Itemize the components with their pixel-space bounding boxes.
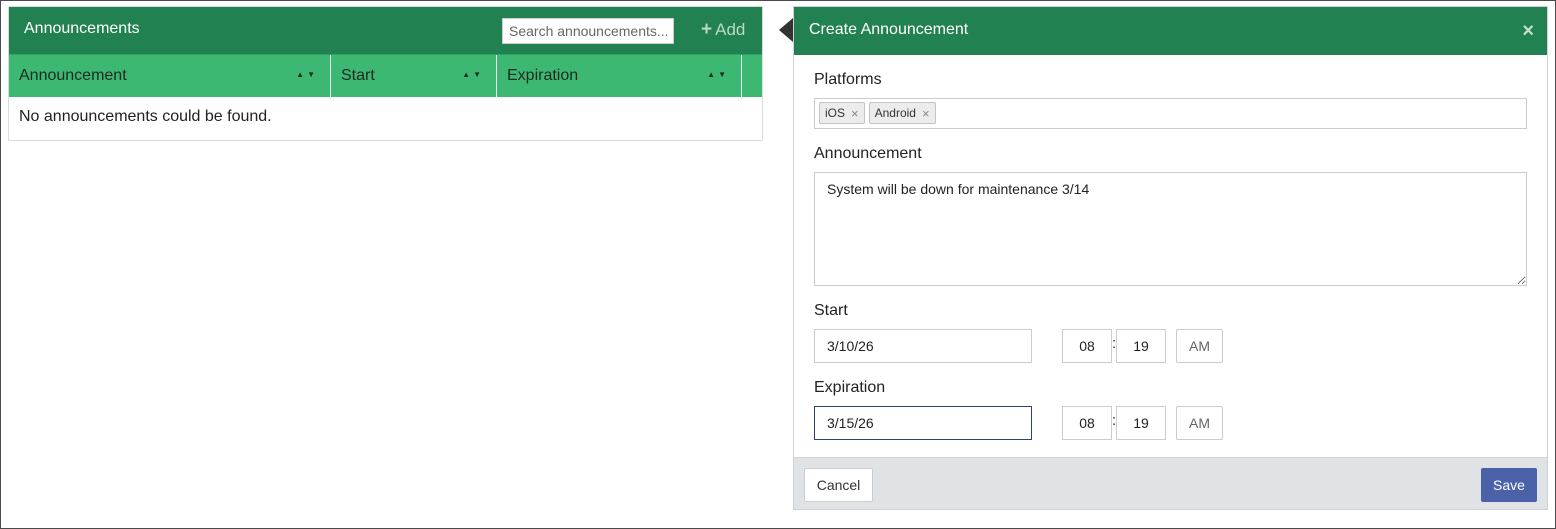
start-label: Start: [814, 302, 848, 319]
sort-icon[interactable]: ▲▼: [707, 70, 729, 79]
sort-icon[interactable]: ▲▼: [462, 70, 484, 79]
table-header-row: Announcement ▲▼ Start ▲▼ Expiration ▲▼: [9, 54, 762, 97]
search-input[interactable]: [502, 18, 674, 44]
platforms-label: Platforms: [814, 71, 882, 88]
column-header-expiration[interactable]: Expiration ▲▼: [497, 55, 742, 97]
expiration-hour-input[interactable]: [1062, 406, 1112, 440]
cancel-button[interactable]: Cancel: [804, 468, 873, 502]
dialog-title: Create Announcement: [809, 21, 969, 38]
expiration-date-input[interactable]: [814, 406, 1032, 440]
announcements-panel: Announcements + Add Announcement ▲▼ Star…: [8, 6, 763, 141]
expiration-period-toggle[interactable]: AM: [1176, 406, 1223, 440]
add-label: Add: [715, 20, 746, 39]
create-announcement-dialog: Create Announcement × Platforms iOS × An…: [793, 6, 1548, 510]
column-label: Start: [341, 67, 375, 84]
platforms-tag-input[interactable]: iOS × Android ×: [814, 98, 1527, 129]
expiration-label: Expiration: [814, 379, 886, 396]
start-date-input[interactable]: [814, 329, 1032, 363]
sort-icon[interactable]: ▲▼: [296, 70, 318, 79]
platform-tag-android: Android ×: [868, 102, 936, 124]
dialog-footer: Cancel Save: [794, 457, 1547, 509]
platform-tag-ios: iOS ×: [819, 102, 865, 124]
empty-message: No announcements could be found.: [19, 108, 272, 125]
remove-tag-icon[interactable]: ×: [851, 106, 859, 121]
column-header-start[interactable]: Start ▲▼: [331, 55, 497, 97]
start-period-toggle[interactable]: AM: [1176, 329, 1223, 363]
plus-icon: +: [701, 19, 713, 40]
expiration-minute-input[interactable]: [1116, 406, 1166, 440]
column-label: Announcement: [19, 67, 127, 84]
announcements-header: Announcements + Add: [9, 7, 762, 54]
tag-label: Android: [874, 106, 916, 120]
column-header-actions: [742, 55, 762, 97]
start-minute-input[interactable]: [1116, 329, 1166, 363]
column-header-announcement[interactable]: Announcement ▲▼: [9, 55, 331, 97]
close-icon[interactable]: ×: [1522, 21, 1534, 41]
start-hour-input[interactable]: [1062, 329, 1112, 363]
column-label: Expiration: [507, 67, 579, 84]
add-button[interactable]: + Add: [701, 18, 745, 42]
remove-tag-icon[interactable]: ×: [922, 106, 930, 121]
save-button[interactable]: Save: [1481, 468, 1537, 502]
dialog-pointer: [779, 18, 793, 42]
dialog-header: Create Announcement ×: [794, 7, 1547, 55]
dialog-body: Platforms iOS × Android × Announcement S…: [794, 55, 1547, 457]
announcements-title: Announcements: [24, 20, 140, 37]
announcement-textarea[interactable]: System will be down for maintenance 3/14: [814, 172, 1527, 286]
tag-label: iOS: [825, 106, 846, 120]
announcement-label: Announcement: [814, 145, 922, 162]
